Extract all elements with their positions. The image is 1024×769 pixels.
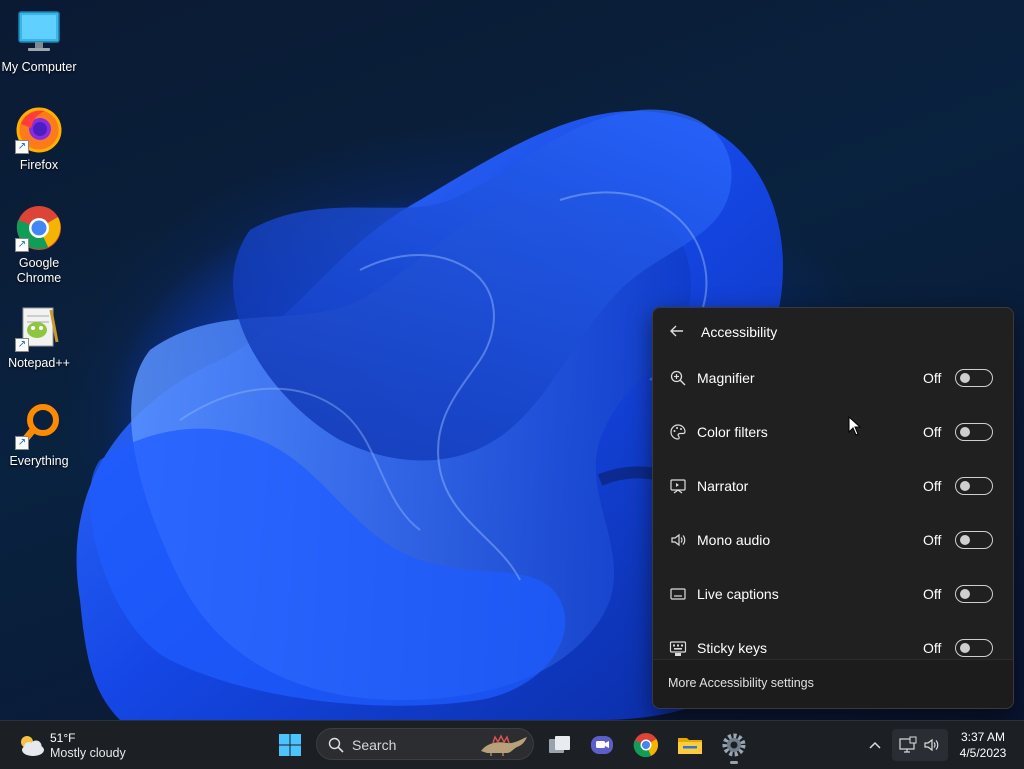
everything-icon: ↗ bbox=[15, 402, 63, 450]
toggle-knob bbox=[960, 481, 970, 491]
folder-icon bbox=[678, 738, 702, 754]
desktop-icon-label: Everything bbox=[9, 454, 69, 468]
desktop-icon-firefox[interactable]: ↗ Firefox bbox=[0, 106, 78, 173]
toggle-knob bbox=[960, 643, 970, 653]
weather-widget[interactable]: 51°F Mostly cloudy bbox=[14, 729, 144, 763]
panel-footer: More Accessibility settings bbox=[653, 659, 1013, 708]
desktop-icon-my-computer[interactable]: My Computer bbox=[0, 8, 78, 75]
back-arrow-icon[interactable] bbox=[669, 323, 687, 341]
row-label: Sticky keys bbox=[697, 640, 768, 656]
windows-logo-icon bbox=[279, 734, 301, 756]
row-label: Live captions bbox=[697, 586, 779, 602]
magnifier-icon bbox=[670, 370, 686, 386]
panel-header: Accessibility bbox=[669, 322, 777, 342]
firefox-icon: ↗ bbox=[15, 106, 63, 154]
row-state: Off bbox=[923, 640, 942, 656]
cloudy-icon bbox=[21, 736, 44, 756]
shortcut-arrow-icon: ↗ bbox=[15, 436, 29, 450]
row-magnifier: Magnifier Off bbox=[653, 358, 1013, 398]
clock-time: 3:37 AM bbox=[960, 730, 1006, 744]
desktop-icon-label: Notepad++ bbox=[8, 356, 70, 370]
teams-chat-icon bbox=[591, 736, 613, 754]
row-live-captions: Live captions Off bbox=[653, 574, 1013, 614]
search-icon bbox=[328, 737, 344, 753]
accessibility-panel: Accessibility Magnifier Off Color filter… bbox=[652, 307, 1014, 709]
start-button[interactable] bbox=[274, 729, 306, 761]
chrome-icon: ↗ bbox=[15, 204, 63, 252]
magnifier-toggle[interactable] bbox=[955, 369, 993, 387]
desktop-icon-everything[interactable]: ↗ Everything bbox=[0, 402, 78, 469]
row-state: Off bbox=[923, 424, 942, 440]
row-label: Color filters bbox=[697, 424, 768, 440]
search-box[interactable]: Search bbox=[316, 728, 534, 760]
more-accessibility-settings-link[interactable]: More Accessibility settings bbox=[668, 676, 814, 690]
toggle-knob bbox=[960, 589, 970, 599]
show-hidden-icons-button[interactable] bbox=[862, 729, 888, 761]
row-state: Off bbox=[923, 532, 942, 548]
running-indicator bbox=[730, 761, 738, 764]
mono-audio-icon bbox=[671, 533, 686, 547]
row-mono-audio: Mono audio Off bbox=[653, 520, 1013, 560]
shortcut-arrow-icon: ↗ bbox=[15, 238, 29, 252]
task-view-button[interactable] bbox=[544, 729, 576, 761]
chrome-icon bbox=[633, 733, 659, 758]
sticky-keys-toggle[interactable] bbox=[955, 639, 993, 657]
narrator-toggle[interactable] bbox=[955, 477, 993, 495]
task-view-icon bbox=[549, 736, 570, 753]
desktop-icon-label: Firefox bbox=[19, 158, 59, 172]
row-label: Narrator bbox=[697, 478, 749, 494]
panel-title: Accessibility bbox=[701, 324, 778, 340]
monitor-icon bbox=[15, 8, 63, 56]
mono-audio-toggle[interactable] bbox=[955, 531, 993, 549]
row-color-filters: Color filters Off bbox=[653, 412, 1013, 452]
teams-chat-button[interactable] bbox=[586, 729, 618, 761]
search-label: Search bbox=[352, 737, 397, 753]
weather-temp: 51°F bbox=[50, 731, 76, 745]
network-icon bbox=[899, 736, 917, 753]
desktop-icon-chrome[interactable]: ↗ Google Chrome bbox=[0, 204, 78, 286]
shortcut-arrow-icon: ↗ bbox=[15, 338, 29, 352]
row-state: Off bbox=[923, 586, 942, 602]
search-highlight-dinosaur-icon bbox=[481, 734, 527, 756]
settings-taskbar-button[interactable] bbox=[718, 729, 750, 764]
desktop-icon-label: Google Chrome bbox=[16, 256, 62, 285]
clock[interactable]: 3:37 AM 4/5/2023 bbox=[950, 729, 1016, 761]
chrome-taskbar-button[interactable] bbox=[630, 729, 662, 761]
row-state: Off bbox=[923, 478, 942, 494]
row-label: Magnifier bbox=[697, 370, 755, 386]
gear-icon bbox=[722, 733, 746, 757]
color-filters-icon bbox=[670, 424, 686, 440]
clock-date: 4/5/2023 bbox=[959, 746, 1007, 760]
weather-condition: Mostly cloudy bbox=[50, 746, 126, 760]
taskbar: 51°F Mostly cloudy Search 3:37 AM 4/5/20… bbox=[0, 720, 1024, 769]
live-captions-icon bbox=[670, 588, 686, 600]
chevron-up-icon bbox=[869, 741, 881, 749]
toggle-knob bbox=[960, 373, 970, 383]
row-label: Mono audio bbox=[697, 532, 771, 548]
notepadpp-icon: ↗ bbox=[15, 304, 63, 352]
toggle-knob bbox=[960, 427, 970, 437]
shortcut-arrow-icon: ↗ bbox=[15, 140, 29, 154]
desktop-icon-notepadpp[interactable]: ↗ Notepad++ bbox=[0, 304, 78, 371]
desktop-icon-label: My Computer bbox=[1, 60, 77, 74]
row-state: Off bbox=[923, 370, 942, 386]
mouse-cursor-icon bbox=[848, 416, 862, 436]
narrator-icon bbox=[670, 479, 686, 494]
toggle-knob bbox=[960, 535, 970, 545]
file-explorer-button[interactable] bbox=[674, 729, 706, 761]
quick-settings-button[interactable] bbox=[892, 729, 948, 761]
color-filters-toggle[interactable] bbox=[955, 423, 993, 441]
live-captions-toggle[interactable] bbox=[955, 585, 993, 603]
row-narrator: Narrator Off bbox=[653, 466, 1013, 506]
volume-icon bbox=[924, 738, 939, 752]
sticky-keys-icon bbox=[669, 641, 687, 656]
